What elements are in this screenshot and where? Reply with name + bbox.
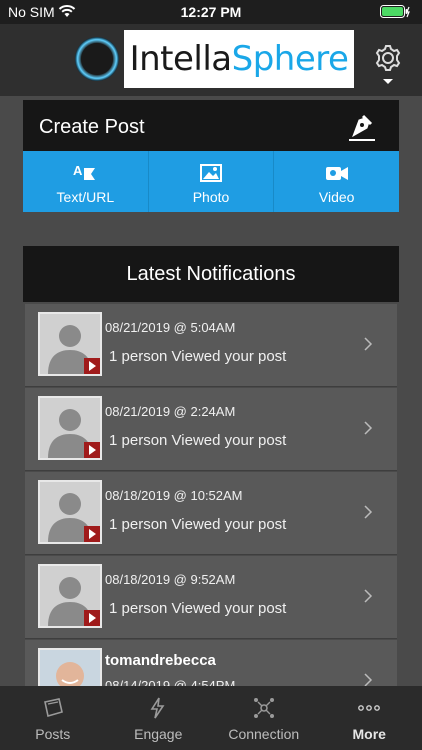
logo-wordmark: IntellaSphere [124,30,354,88]
notification-row[interactable]: 08/18/2019 @ 10:52AM 1 person Viewed you… [25,472,397,555]
svg-text:A: A [73,163,83,178]
notification-user: tomandrebecca [105,652,216,669]
notifications-card: Latest Notifications 08/21/2019 @ 5:04AM… [23,246,399,723]
tab-posts[interactable]: Posts [0,686,106,750]
notification-time: 08/21/2019 @ 5:04AM [105,320,236,335]
create-post-card: Create Post A Text/URL Photo Video [23,100,399,212]
engage-icon [150,697,165,719]
notification-message: 1 person Viewed your post [109,432,287,449]
notification-row[interactable]: 08/18/2019 @ 9:52AM 1 person Viewed your… [25,556,397,639]
logo-text-sphere: Sphere [231,39,349,79]
create-post-header: Create Post [23,100,399,151]
tab-more-label: More [352,726,386,742]
posts-icon [43,698,63,718]
photo-label: Photo [192,189,230,205]
text-url-icon: A [73,163,96,180]
video-label: Video [318,189,355,205]
logo-ring-icon [75,37,119,81]
connection-icon [253,698,274,718]
tab-posts-label: Posts [35,726,71,742]
notification-message: 1 person Viewed your post [109,516,287,533]
tab-connection-label: Connection [228,726,300,742]
clock: 12:27 PM [180,4,242,20]
create-post-options: A Text/URL Photo Video [23,151,399,212]
logo-text-intella: Intella [129,39,233,79]
more-icon [358,705,381,711]
notification-time: 08/18/2019 @ 9:52AM [105,572,236,587]
video-icon [325,167,348,180]
chevron-right-icon [364,589,373,603]
status-bar: No SIM 12:27 PM [0,0,422,24]
tab-engage-label: Engage [134,726,183,742]
battery-icon [380,5,410,18]
intellasphere-logo: IntellaSphere [72,30,354,88]
photo-button[interactable]: Photo [149,151,275,212]
tab-connection[interactable]: Connection [211,686,317,750]
video-badge-icon [84,526,100,542]
video-badge-icon [84,442,100,458]
tab-more[interactable]: More [317,686,422,750]
text-url-label: Text/URL [56,189,115,205]
app-header: IntellaSphere [0,24,422,96]
chevron-right-icon [364,421,373,435]
video-button[interactable]: Video [274,151,399,212]
pen-nib-icon[interactable] [345,110,379,144]
video-badge-icon [84,610,100,626]
notifications-title: Latest Notifications [23,246,399,302]
tab-engage[interactable]: Engage [106,686,212,750]
photo-icon [200,164,222,182]
video-badge-icon [84,358,100,374]
notification-time: 08/18/2019 @ 10:52AM [105,488,243,503]
chevron-right-icon [364,505,373,519]
create-post-title: Create Post [39,116,145,138]
bottom-tab-bar: Posts Engage Connection More [0,686,422,750]
notification-time: 08/21/2019 @ 2:24AM [105,404,236,419]
chevron-right-icon [364,337,373,351]
notification-row[interactable]: 08/21/2019 @ 5:04AM 1 person Viewed your… [25,304,397,387]
settings-gear-icon[interactable] [368,40,408,90]
text-url-button[interactable]: A Text/URL [23,151,149,212]
dropdown-caret [383,79,393,84]
notification-message: 1 person Viewed your post [109,348,287,365]
notification-message: 1 person Viewed your post [109,600,287,617]
notification-row[interactable]: 08/21/2019 @ 2:24AM 1 person Viewed your… [25,388,397,471]
